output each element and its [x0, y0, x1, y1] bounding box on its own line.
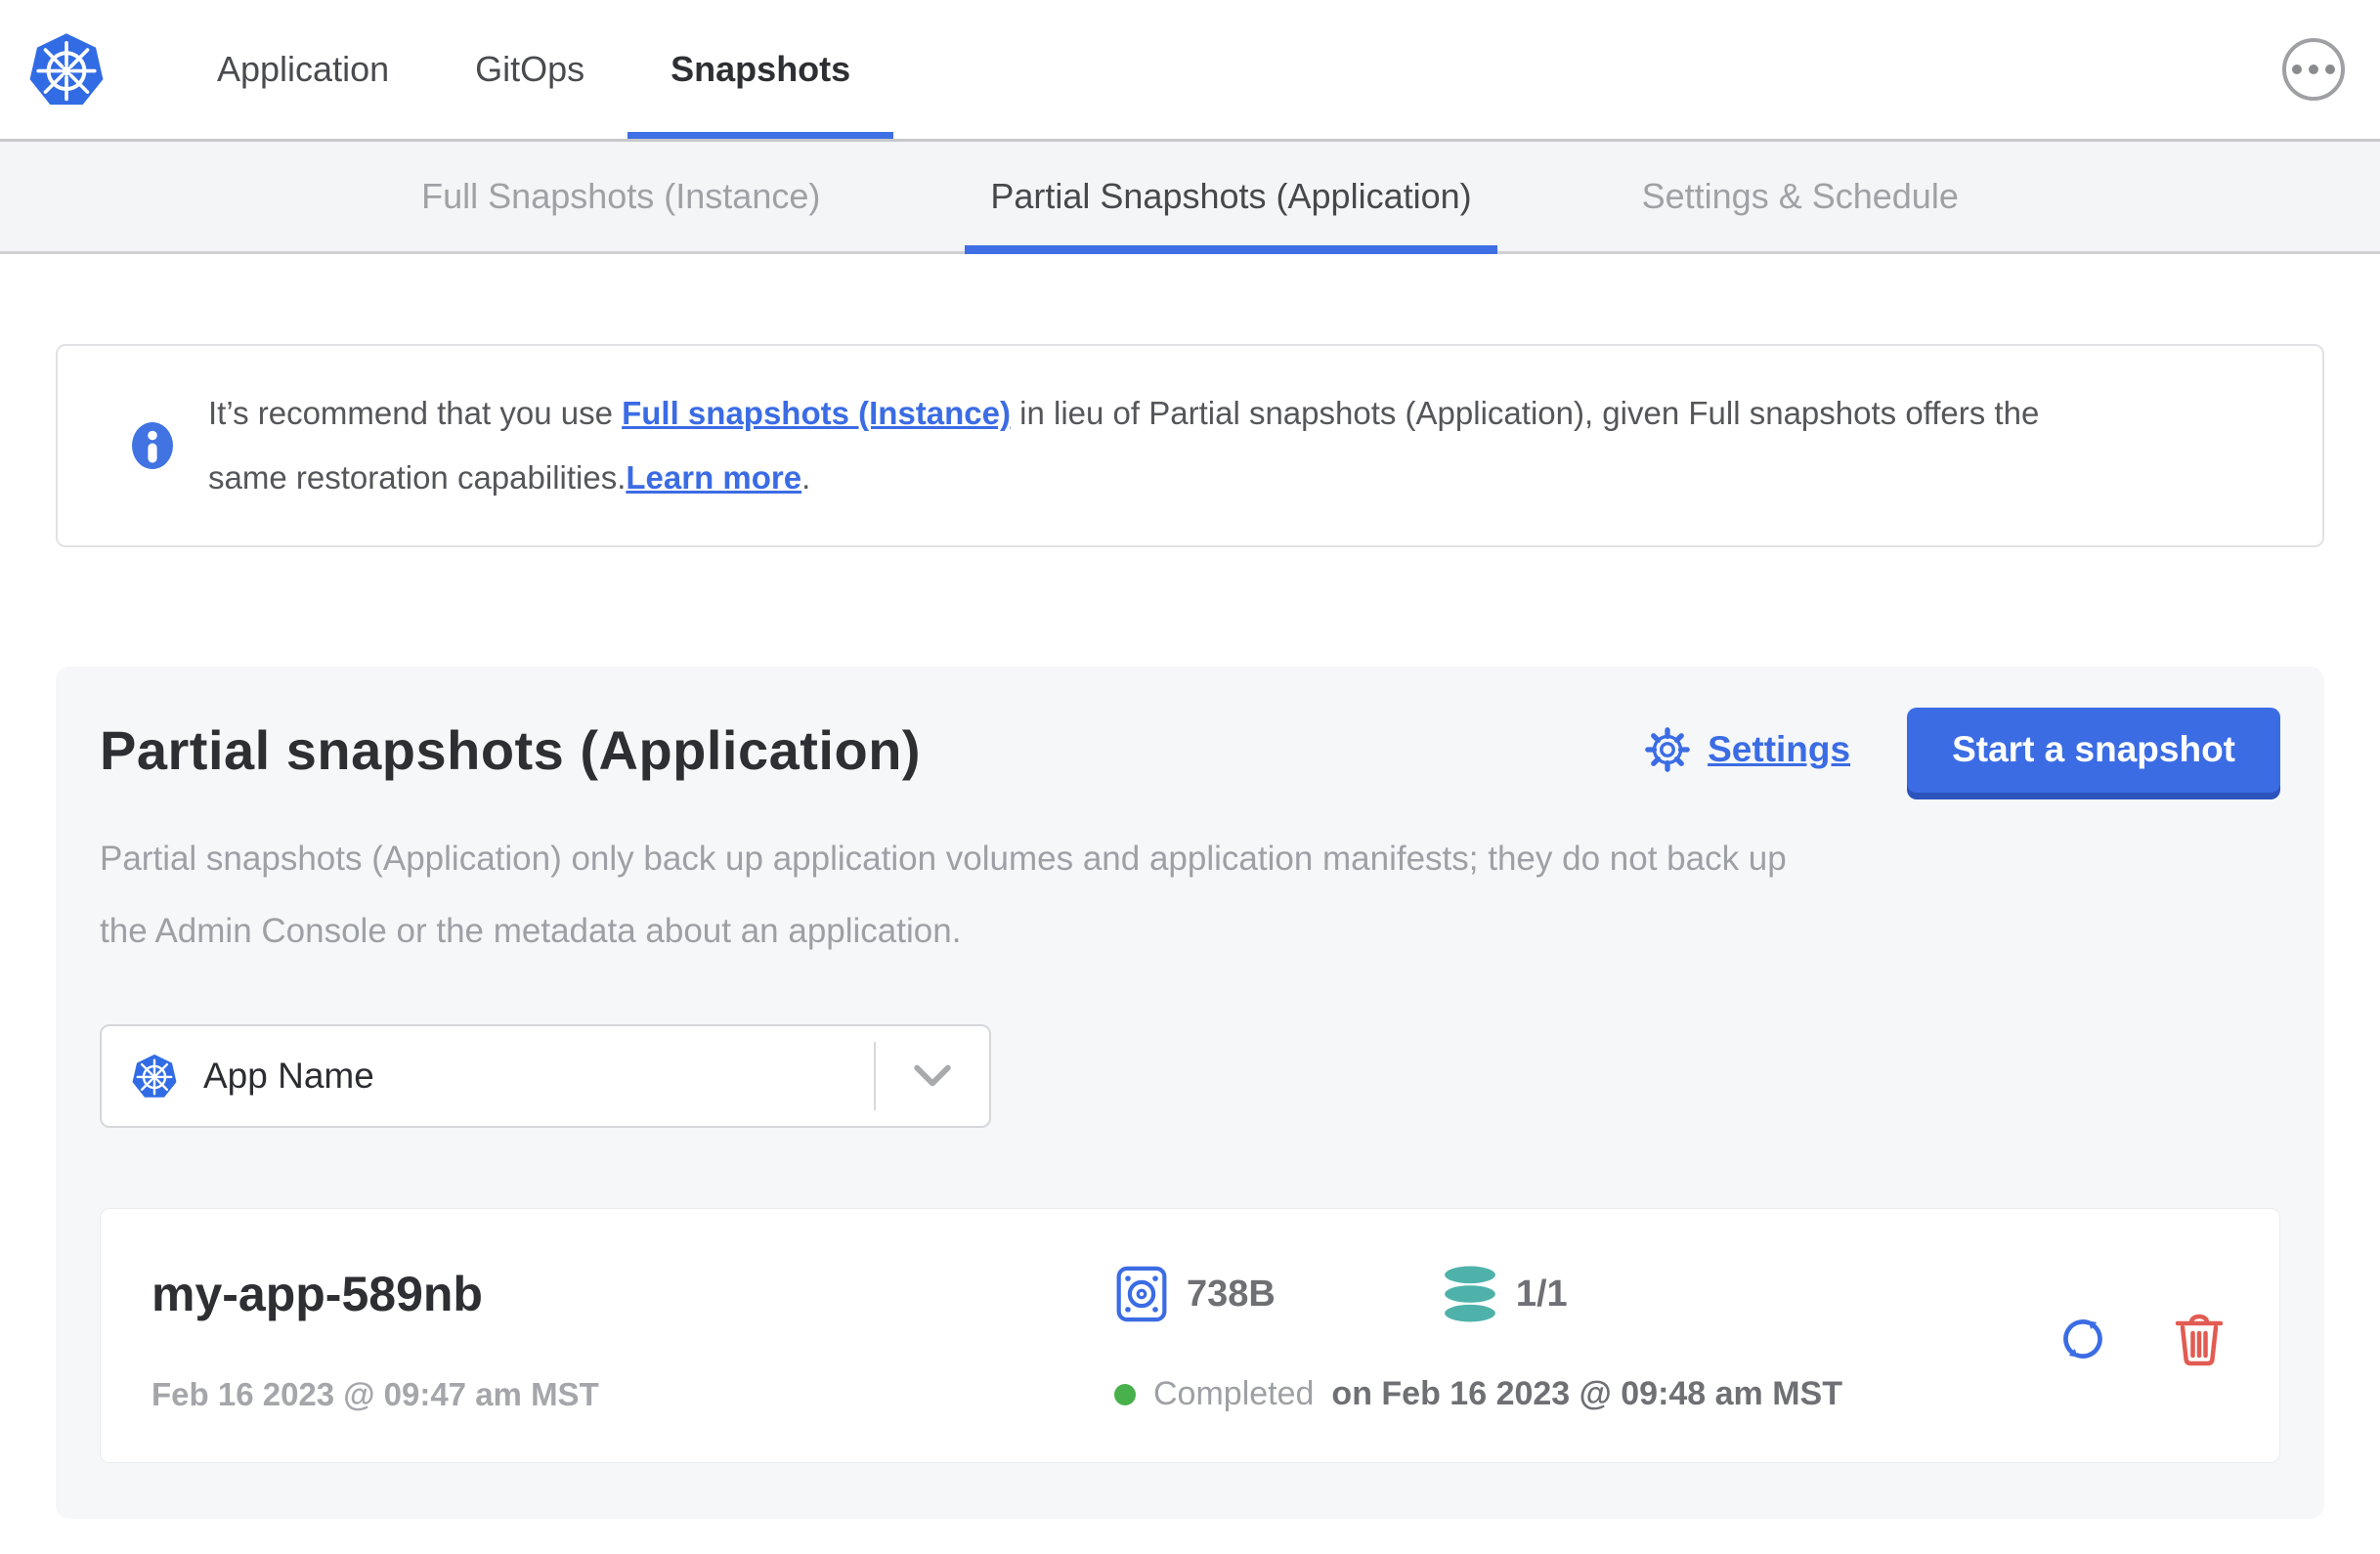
- gear-icon: [1645, 727, 1690, 772]
- app-select-value: App Name: [203, 1056, 374, 1096]
- restore-icon: [2063, 1318, 2102, 1359]
- status-finished-timestamp: on Feb 16 2023 @ 09:48 am MST: [1331, 1375, 1843, 1412]
- database-icon: [1444, 1266, 1495, 1322]
- app-name-dropdown[interactable]: App Name: [100, 1024, 991, 1128]
- description-line-2: the Admin Console or the metadata about …: [100, 912, 962, 950]
- snapshot-size-value: 738B: [1187, 1273, 1276, 1315]
- panel-header: Partial snapshots (Application) Settings…: [100, 706, 2280, 794]
- start-snapshot-button[interactable]: Start a snapshot: [1907, 707, 2280, 793]
- snapshot-name: my-app-589nb: [151, 1267, 483, 1321]
- snapshot-volumes-value: 1/1: [1515, 1273, 1568, 1315]
- banner-line1-prefix: It’s recommend that you use: [208, 395, 623, 431]
- banner-line2-suffix: .: [801, 459, 811, 496]
- nav-item-gitops[interactable]: GitOps: [432, 0, 627, 139]
- ellipsis-icon: [2292, 65, 2335, 74]
- snapshot-started-timestamp: Feb 16 2023 @ 09:47 am MST: [151, 1375, 599, 1412]
- dropdown-chevron-area[interactable]: [876, 1064, 989, 1088]
- top-nav-bar: Application GitOps Snapshots: [0, 0, 2380, 139]
- status-dot: [1114, 1383, 1136, 1405]
- snapshot-row: my-app-589nb 738B 1/1 Feb 16 2023 @ 09:4…: [100, 1208, 2280, 1463]
- panel-title: Partial snapshots (Application): [100, 718, 922, 781]
- tab-settings-schedule[interactable]: Settings & Schedule: [1619, 142, 1982, 251]
- banner-line2-text: same restoration capabilities.: [208, 459, 627, 496]
- banner-text: It’s recommend that you use Full snapsho…: [208, 381, 2039, 510]
- kubernetes-logo-icon: [29, 33, 104, 106]
- snapshot-actions: [2055, 1311, 2225, 1367]
- snapshot-status: Completed on Feb 16 2023 @ 09:48 am MST: [1114, 1375, 2055, 1413]
- nav-item-application[interactable]: Application: [174, 0, 432, 139]
- tab-partial-snapshots-application[interactable]: Partial Snapshots (Application): [965, 142, 1497, 254]
- chevron-down-icon: [914, 1064, 951, 1087]
- primary-nav: Application GitOps Snapshots: [174, 0, 894, 139]
- volume-disk-icon: [1116, 1266, 1167, 1322]
- snapshot-size: 738B: [1114, 1264, 1276, 1324]
- overflow-menu-button[interactable]: [2282, 38, 2345, 101]
- info-icon: [132, 422, 173, 469]
- kubernetes-app-icon: [132, 1054, 177, 1098]
- banner-line1-rest: in lieu of Partial snapshots (Applicatio…: [1011, 395, 2040, 431]
- snapshot-settings[interactable]: Settings: [1643, 725, 1850, 774]
- snapshot-meta: 738B 1/1: [1114, 1264, 2055, 1324]
- panel-description: Partial snapshots (Application) only bac…: [100, 823, 2280, 968]
- description-line-1: Partial snapshots (Application) only bac…: [100, 840, 1787, 878]
- panel-header-actions: Settings Start a snapshot: [1643, 707, 2280, 793]
- settings-link[interactable]: Settings: [1708, 729, 1850, 770]
- restore-snapshot-button[interactable]: [2055, 1311, 2111, 1367]
- nav-item-snapshots[interactable]: Snapshots: [627, 0, 894, 139]
- learn-more-link[interactable]: Learn more: [626, 459, 801, 496]
- full-snapshots-instance-link[interactable]: Full snapshots (Instance): [622, 395, 1011, 431]
- delete-snapshot-button[interactable]: [2174, 1311, 2225, 1367]
- status-label: Completed: [1153, 1375, 1315, 1412]
- snapshot-volumes: 1/1: [1442, 1265, 1568, 1323]
- info-banner: It’s recommend that you use Full snapsho…: [56, 344, 2324, 547]
- trash-icon: [2175, 1314, 2224, 1365]
- partial-snapshots-panel: Partial snapshots (Application) Settings…: [56, 667, 2324, 1519]
- tab-full-snapshots-instance[interactable]: Full Snapshots (Instance): [398, 142, 844, 251]
- snapshots-subnav: Full Snapshots (Instance) Partial Snapsh…: [0, 139, 2380, 254]
